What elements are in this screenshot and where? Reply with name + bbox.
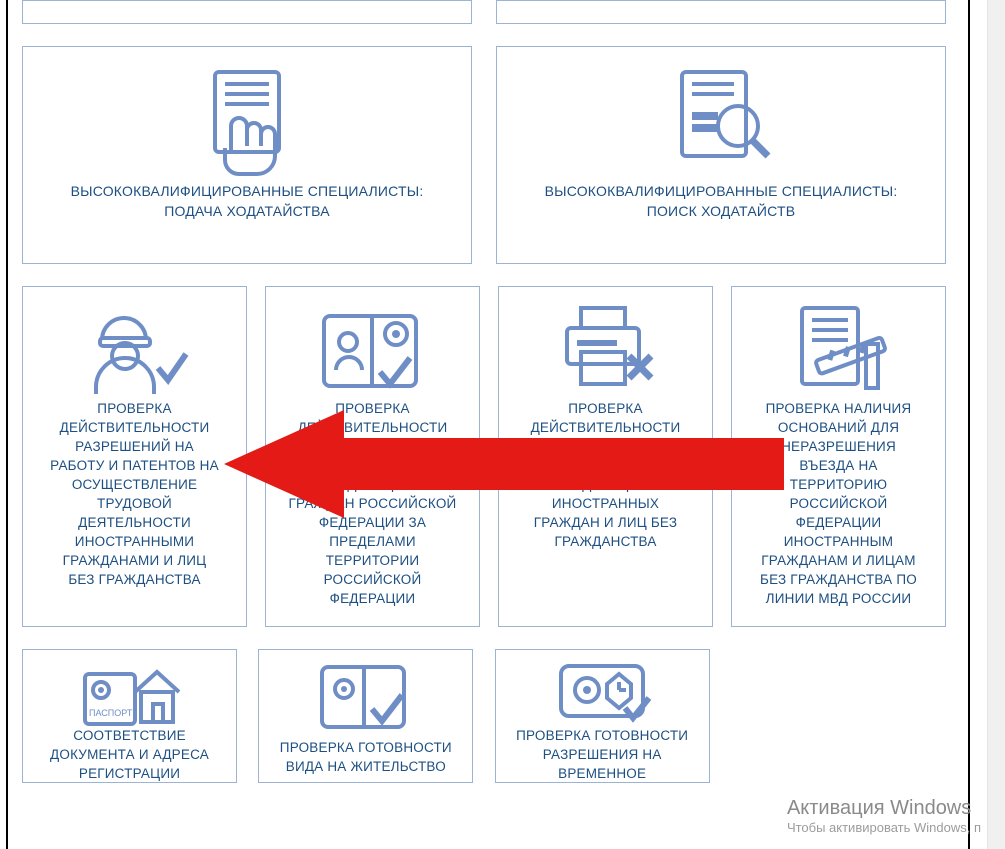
tile-search-petition[interactable]: ВЫСОКОКВАЛИФИЦИРОВАННЫЕ СПЕЦИАЛИСТЫ: ПОИ…	[496, 46, 946, 264]
tile-check-entry-ban[interactable]: ПРОВЕРКА НАЛИЧИЯ ОСНОВАНИЙ ДЛЯ НЕРАЗРЕШЕ…	[731, 286, 946, 627]
document-search-icon	[668, 61, 774, 181]
tile-label: ПРОВЕРКА ДЕЙСТВИТЕЛЬНОСТИ ПАСПОРТОВ ГРАЖ…	[522, 399, 690, 551]
worker-check-icon	[80, 297, 190, 399]
tile-placeholder	[731, 649, 946, 783]
tile-label: ПРОВЕРКА НАЛИЧИЯ ОСНОВАНИЙ ДЛЯ НЕРАЗРЕШЕ…	[760, 399, 917, 608]
tile-top-right-cut[interactable]	[496, 0, 946, 24]
open-passport-check-icon	[316, 656, 416, 738]
passport-check-icon	[318, 297, 428, 399]
scrollbar[interactable]	[987, 0, 1005, 849]
tile-label: ПРОВЕРКА ДЕЙСТВИТЕЛЬНОСТИ РАЗРЕШЕНИЙ НА …	[50, 399, 219, 589]
tile-label: ВЫСОКОКВАЛИФИЦИРОВАННЫЕ СПЕЦИАЛИСТЫ: ПОИ…	[545, 181, 898, 221]
svg-text:ПАСПОРТ: ПАСПОРТ	[89, 708, 133, 718]
tile-label: ВЫСОКОКВАЛИФИЦИРОВАННЫЕ СПЕЦИАЛИСТЫ: ПОД…	[71, 181, 424, 221]
tile-label: ПРОВЕРКА ДЕЙСТВИТЕЛЬНОСТИ ПРИГЛАШЕНИЙ НА…	[289, 399, 457, 608]
printer-cancel-icon	[551, 297, 661, 399]
document-hand-icon	[197, 61, 297, 181]
passport-house-icon: ПАСПОРТ	[75, 656, 185, 726]
tile-doc-address-match[interactable]: ПАСПОРТ СООТВЕТСТВИЕ ДОКУМЕНТА И АДРЕСА …	[22, 649, 237, 783]
tile-check-temp-permit[interactable]: ПРОВЕРКА ГОТОВНОСТИ РАЗРЕШЕНИЯ НА ВРЕМЕН…	[495, 649, 710, 783]
tile-check-residence-permit[interactable]: ПРОВЕРКА ГОТОВНОСТИ ВИДА НА ЖИТЕЛЬСТВО	[258, 649, 473, 783]
emblem-clock-card-icon	[547, 656, 657, 726]
tile-label: ПРОВЕРКА ГОТОВНОСТИ РАЗРЕШЕНИЯ НА ВРЕМЕН…	[516, 726, 688, 783]
tile-check-work-permit[interactable]: ПРОВЕРКА ДЕЙСТВИТЕЛЬНОСТИ РАЗРЕШЕНИЙ НА …	[22, 286, 247, 627]
tile-check-invitation[interactable]: ПРОВЕРКА ДЕЙСТВИТЕЛЬНОСТИ ПРИГЛАШЕНИЙ НА…	[265, 286, 480, 627]
tile-top-left-cut[interactable]	[22, 0, 472, 24]
tile-check-passport[interactable]: ПРОВЕРКА ДЕЙСТВИТЕЛЬНОСТИ ПАСПОРТОВ ГРАЖ…	[498, 286, 713, 627]
barrier-document-icon	[784, 297, 894, 399]
tile-submit-petition[interactable]: ВЫСОКОКВАЛИФИЦИРОВАННЫЕ СПЕЦИАЛИСТЫ: ПОД…	[22, 46, 472, 264]
tile-label: СООТВЕТСТВИЕ ДОКУМЕНТА И АДРЕСА РЕГИСТРА…	[50, 726, 209, 783]
tile-label: ПРОВЕРКА ГОТОВНОСТИ ВИДА НА ЖИТЕЛЬСТВО	[280, 738, 452, 776]
